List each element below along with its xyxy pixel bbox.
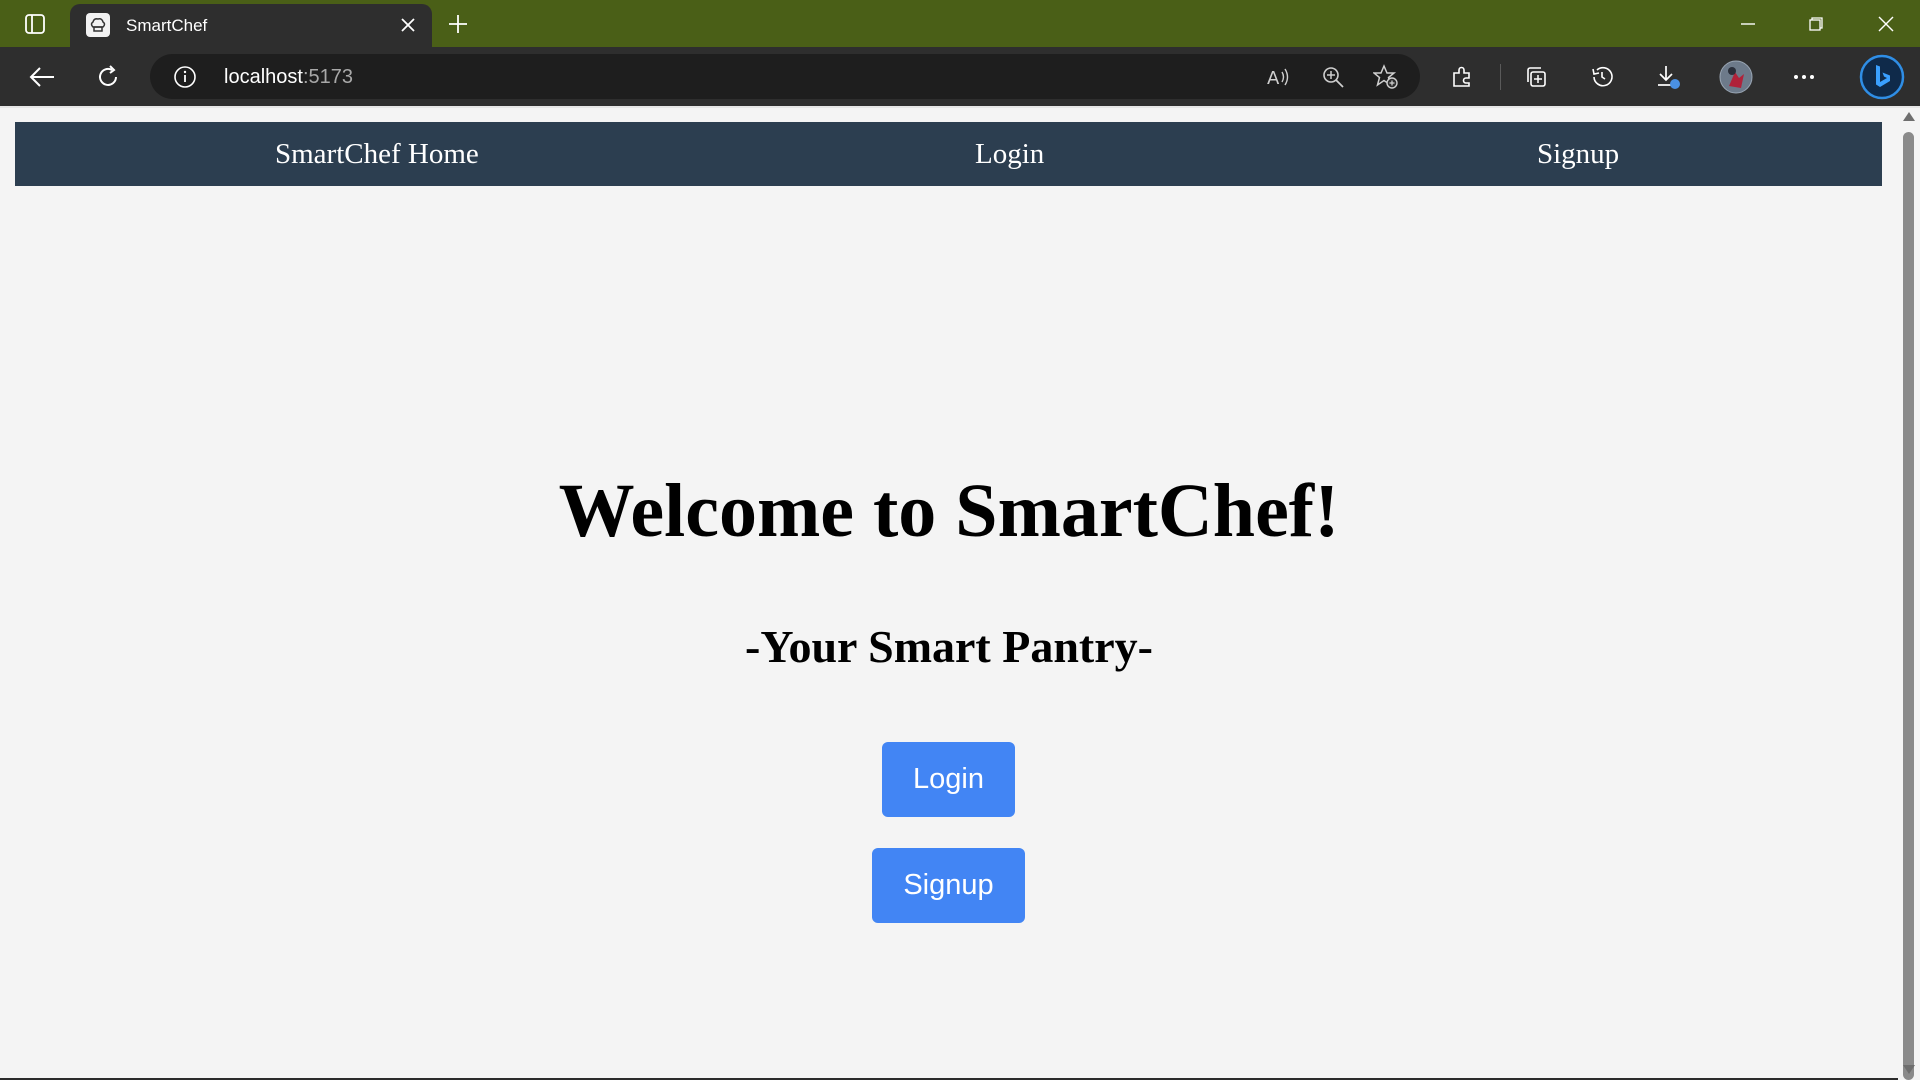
vertical-scrollbar[interactable] (1898, 108, 1920, 1080)
avatar (1719, 60, 1753, 94)
address-bar[interactable]: localhost:5173 A (150, 54, 1420, 99)
url-host: localhost (224, 66, 303, 88)
back-button[interactable] (24, 59, 60, 95)
top-navbar: SmartChef Home Login Signup (15, 122, 1882, 186)
favorite-star-icon[interactable] (1372, 63, 1400, 91)
minimize-button[interactable] (1714, 0, 1782, 47)
tab-title: SmartChef (126, 16, 208, 35)
login-button[interactable]: Login (882, 742, 1015, 817)
nav-link-home[interactable]: SmartChef Home (275, 138, 479, 171)
extensions-button[interactable] (1444, 59, 1480, 95)
scroll-up-arrow-icon[interactable] (1903, 112, 1915, 121)
scroll-down-arrow-icon[interactable] (1903, 1065, 1915, 1074)
browser-tab-smartchef[interactable]: SmartChef (70, 4, 432, 47)
collections-button[interactable] (1518, 59, 1554, 95)
minimize-icon (1741, 17, 1755, 31)
tab-actions-icon (24, 13, 46, 35)
svg-text:A: A (1267, 68, 1280, 88)
window-close-button[interactable] (1852, 0, 1920, 47)
refresh-icon (96, 65, 120, 89)
bing-copilot-icon (1859, 54, 1905, 100)
browser-titlebar: SmartChef (0, 0, 1920, 47)
page-subtitle: -Your Smart Pantry- (745, 621, 1153, 672)
browser-toolbar: localhost:5173 A (0, 47, 1920, 106)
back-arrow-icon (29, 66, 55, 88)
page-viewport: SmartChef Home Login Signup Welcome to S… (0, 108, 1898, 1078)
history-icon (1590, 65, 1614, 89)
plus-icon (448, 14, 468, 34)
new-tab-button[interactable] (442, 8, 474, 40)
chef-hat-favicon-icon (86, 13, 110, 37)
tab-close-button[interactable] (396, 13, 420, 37)
url-text[interactable]: localhost:5173 (224, 66, 353, 89)
settings-more-button[interactable] (1786, 59, 1822, 95)
site-info-icon[interactable] (172, 64, 198, 90)
scrollbar-thumb[interactable] (1903, 132, 1914, 1080)
refresh-button[interactable] (90, 59, 126, 95)
zoom-icon[interactable] (1319, 63, 1347, 91)
url-port: :5173 (302, 66, 353, 88)
history-button[interactable] (1584, 59, 1620, 95)
page-title: Welcome to SmartChef! (558, 469, 1340, 553)
tab-actions-button[interactable] (10, 8, 60, 40)
restore-button[interactable] (1782, 0, 1850, 47)
downloads-button[interactable] (1650, 59, 1686, 95)
collections-icon (1524, 65, 1548, 89)
nav-link-signup[interactable]: Signup (1537, 138, 1619, 171)
close-icon (401, 18, 415, 32)
profile-button[interactable] (1718, 59, 1754, 95)
puzzle-piece-icon (1450, 65, 1474, 89)
signup-button[interactable]: Signup (872, 848, 1025, 923)
more-horizontal-icon (1793, 74, 1815, 80)
copilot-button[interactable] (1858, 53, 1906, 101)
close-icon (1878, 16, 1894, 32)
restore-icon (1809, 16, 1823, 31)
read-aloud-icon[interactable]: A (1265, 63, 1293, 91)
download-icon (1655, 64, 1681, 90)
nav-link-login[interactable]: Login (975, 138, 1044, 171)
toolbar-divider (1500, 64, 1501, 90)
